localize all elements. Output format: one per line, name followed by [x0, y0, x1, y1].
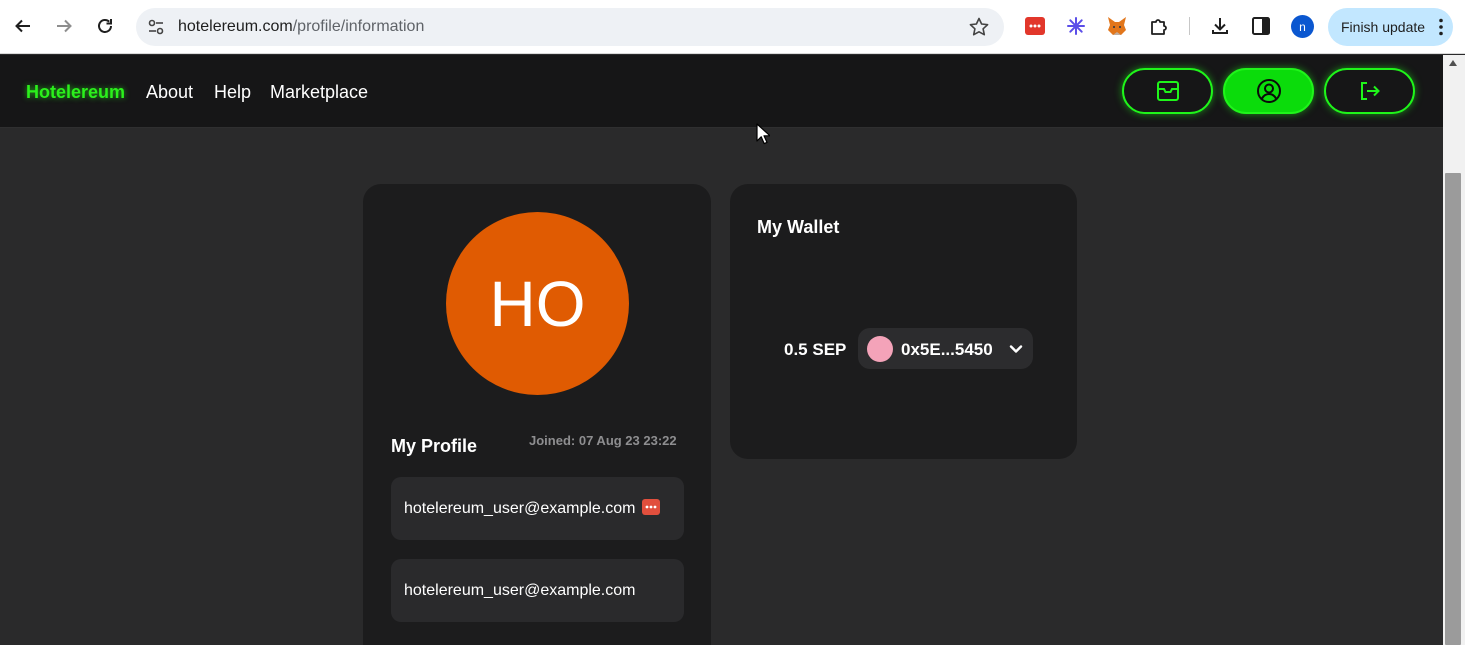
site-header: Hotelereum About Help Marketplace: [0, 55, 1443, 128]
reload-icon: [98, 19, 112, 33]
arrow-left-icon: [15, 19, 30, 33]
url-host: hotelereum.com: [178, 18, 293, 35]
url-path: /profile/information: [292, 18, 425, 35]
account-address: 0x5E...5450: [901, 340, 993, 359]
joined-date: Joined: 07 Aug 23 23:22: [529, 433, 677, 448]
email-field[interactable]: hotelereum_user@example.com: [391, 477, 684, 540]
nav-marketplace[interactable]: Marketplace: [270, 82, 368, 103]
secondary-email-field[interactable]: hotelereum_user@example.com: [391, 559, 684, 622]
metamask-extension[interactable]: [1106, 15, 1128, 37]
profile-button[interactable]: [1223, 68, 1314, 114]
snowflake-extension[interactable]: [1065, 15, 1087, 37]
main-content: HO My Profile Joined: 07 Aug 23 23:22 ho…: [0, 128, 1443, 645]
inbox-button[interactable]: [1122, 68, 1213, 114]
logout-icon: [1360, 82, 1380, 100]
side-panel-button[interactable]: [1250, 15, 1272, 37]
address-bar[interactable]: hotelereum.com/profile/information: [136, 8, 1004, 46]
email-value: hotelereum_user@example.com: [404, 500, 636, 517]
logout-button[interactable]: [1324, 68, 1415, 114]
fox-icon: [1108, 17, 1126, 35]
wallet-balance: 0.5 SEP: [784, 340, 847, 359]
downloads-button[interactable]: [1209, 15, 1231, 37]
url-text: hotelereum.com/profile/information: [178, 18, 424, 36]
chevron-down-icon: [1009, 345, 1023, 353]
snowflake-icon: [1067, 17, 1085, 35]
wallet-title: My Wallet: [757, 217, 840, 237]
browser-profile-avatar[interactable]: n: [1291, 15, 1314, 38]
browser-toolbar: hotelereum.com/profile/information n Fin…: [0, 0, 1465, 54]
password-manager-extension[interactable]: [1024, 15, 1046, 37]
puzzle-icon: [1151, 19, 1167, 35]
scroll-up-arrow-icon[interactable]: [1448, 59, 1458, 67]
account-avatar: [867, 336, 893, 362]
inbox-icon: [1156, 81, 1179, 101]
secondary-email-value: hotelereum_user@example.com: [404, 582, 636, 599]
forward-button[interactable]: [50, 12, 78, 40]
bookmark-star-icon[interactable]: [968, 16, 990, 38]
finish-update-label: Finish update: [1341, 19, 1426, 35]
download-icon: [1212, 18, 1228, 34]
scrollbar-thumb[interactable]: [1445, 173, 1461, 645]
profile-title: My Profile: [391, 436, 478, 456]
page-scrollbar[interactable]: [1443, 55, 1465, 645]
password-manager-icon: [1025, 17, 1045, 35]
mouse-cursor-icon: [756, 123, 770, 145]
account-dropdown[interactable]: 0x5E...5450: [858, 328, 1033, 369]
arrow-right-icon: [57, 19, 72, 33]
nav-help[interactable]: Help: [214, 82, 251, 103]
extensions-button[interactable]: [1148, 15, 1170, 37]
nav-about[interactable]: About: [146, 82, 193, 103]
finish-update-button[interactable]: Finish update: [1328, 8, 1453, 46]
profile-card: HO My Profile Joined: 07 Aug 23 23:22 ho…: [363, 184, 711, 645]
toolbar-divider: [1189, 17, 1190, 35]
password-manager-autofill-icon[interactable]: [642, 499, 660, 515]
back-button[interactable]: [9, 12, 37, 40]
wallet-card: My Wallet 0.5 SEP 0x5E...5450: [730, 184, 1077, 459]
kebab-menu-icon: [1439, 18, 1443, 36]
side-panel-icon: [1252, 17, 1270, 35]
site-logo[interactable]: Hotelereum: [26, 82, 125, 103]
reload-button[interactable]: [91, 12, 119, 40]
user-circle-icon: [1256, 79, 1281, 103]
profile-avatar: HO: [446, 212, 629, 395]
site-settings-icon[interactable]: [146, 17, 166, 37]
